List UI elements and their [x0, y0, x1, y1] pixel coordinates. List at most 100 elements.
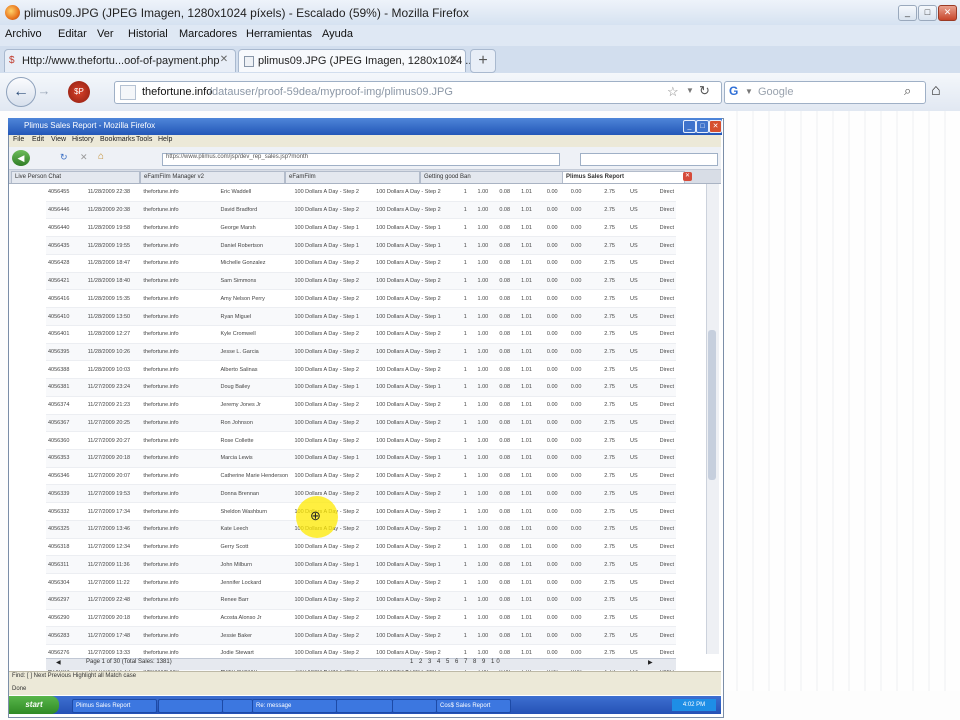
- table-cell: 11/28/2009 15:35: [85, 289, 142, 309]
- table-cell: 11/27/2009 20:18: [85, 449, 142, 468]
- forward-button[interactable]: →: [36, 83, 52, 99]
- table-cell: thefortune.info: [141, 449, 219, 468]
- table-cell: 1.00: [475, 218, 498, 238]
- table-cell: 4056421: [46, 272, 86, 291]
- menu-marcadores[interactable]: Marcadores: [179, 28, 237, 40]
- tab-close-icon[interactable]: ✕: [218, 54, 230, 66]
- table-cell: Direct: [657, 307, 676, 326]
- table-cell: Amy Nelson Perry: [218, 289, 293, 309]
- table-cell: 4056410: [46, 307, 86, 326]
- table-cell: 1.01: [519, 609, 545, 628]
- close-button[interactable]: ✕: [938, 5, 957, 21]
- table-cell: 4056381: [46, 378, 86, 397]
- menu-archivo[interactable]: Archivo: [5, 28, 42, 40]
- menu-herramientas[interactable]: Herramientas: [246, 28, 312, 40]
- table-cell: thefortune.info: [141, 626, 219, 646]
- table-cell: 0.00: [568, 236, 603, 255]
- table-row: 4056374 11/27/2009 21:23 thefortune.info Je…: [46, 396, 676, 415]
- table-cell: US: [627, 484, 658, 504]
- table-cell: 0.08: [497, 591, 520, 610]
- table-cell: 4056318: [46, 538, 86, 557]
- table-cell: John Milburn: [218, 555, 293, 575]
- table-cell: Jeremy Jones Jr: [218, 396, 293, 415]
- google-icon[interactable]: G: [729, 84, 738, 98]
- table-row: 4056416 11/28/2009 15:35 thefortune.info Am…: [46, 289, 676, 309]
- table-cell: Direct: [657, 449, 676, 468]
- table-cell: Direct: [657, 236, 676, 255]
- url-host[interactable]: thefortune.info: [142, 86, 212, 98]
- inner-task-item: [158, 699, 223, 713]
- site-logo[interactable]: $P: [68, 81, 90, 103]
- reload-icon[interactable]: ↻: [699, 83, 710, 99]
- new-tab-button[interactable]: +: [470, 49, 496, 73]
- table-cell: 0.00: [568, 431, 603, 451]
- chevron-down-icon[interactable]: ▼: [686, 86, 694, 95]
- table-cell: Direct: [657, 520, 676, 539]
- table-cell: 1.00: [475, 201, 498, 220]
- bookmark-star-icon[interactable]: ☆: [667, 84, 679, 100]
- table-cell: 0.00: [544, 396, 569, 415]
- table-cell: 0.00: [568, 449, 603, 468]
- table-cell: 100 Dollars A Day - Step 2: [292, 325, 375, 344]
- table-cell: US: [627, 520, 658, 539]
- maximize-button[interactable]: □: [918, 5, 937, 21]
- table-cell: 0.00: [544, 307, 569, 326]
- table-cell: 1.01: [519, 289, 545, 309]
- table-cell: 2.75: [602, 184, 628, 202]
- search-input[interactable]: Google: [758, 86, 793, 98]
- table-cell: 0.00: [544, 538, 569, 557]
- table-cell: 1.00: [475, 184, 498, 202]
- table-cell: thefortune.info: [141, 378, 219, 397]
- table-cell: 4056360: [46, 431, 86, 451]
- search-engine-chevron-icon[interactable]: ▼: [745, 87, 753, 96]
- menu-editar[interactable]: Editar: [58, 28, 87, 40]
- table-row: 4056388 11/28/2009 10:03 thefortune.info Al…: [46, 360, 676, 380]
- table-cell: 100 Dollars A Day - Step 2: [374, 626, 462, 646]
- search-bar[interactable]: [724, 81, 926, 104]
- table-cell: 1: [461, 591, 476, 610]
- table-cell: US: [627, 272, 658, 291]
- table-cell: 1.00: [475, 236, 498, 255]
- table-row: 4056297 11/27/2009 22:48 thefortune.info Re…: [46, 591, 676, 610]
- table-cell: Direct: [657, 343, 676, 362]
- table-cell: Acosta Alonso Jr: [218, 609, 293, 628]
- inner-maximize-icon: □: [696, 120, 709, 133]
- table-cell: 100 Dollars A Day - Step 2: [292, 538, 375, 557]
- table-cell: 2.75: [602, 236, 628, 255]
- table-cell: 0.00: [568, 573, 603, 592]
- table-cell: 0.08: [497, 396, 520, 415]
- table-cell: 100 Dollars A Day - Step 2: [292, 289, 375, 309]
- menu-ayuda[interactable]: Ayuda: [322, 28, 353, 40]
- menu-ver[interactable]: Ver: [97, 28, 114, 40]
- menu-historial[interactable]: Historial: [128, 28, 168, 40]
- table-cell: 11/28/2009 22:38: [85, 184, 142, 202]
- table-cell: thefortune.info: [141, 573, 219, 592]
- inner-tab-getting-good: Getting good Ban: [420, 171, 563, 183]
- table-cell: 2.75: [602, 378, 628, 397]
- table-cell: 4056388: [46, 360, 86, 380]
- table-cell: 11/27/2009 20:18: [85, 609, 142, 628]
- table-cell: 1: [461, 218, 476, 238]
- table-cell: 1: [461, 484, 476, 504]
- table-cell: 1: [461, 307, 476, 326]
- tab-label-proof: Http://www.thefortu...oof-of-payment.php: [22, 55, 220, 67]
- table-cell: 100 Dollars A Day - Step 2: [374, 360, 462, 380]
- dollar-icon: $: [9, 55, 15, 66]
- back-button[interactable]: ←: [6, 77, 36, 107]
- tab-close-icon[interactable]: ✕: [448, 54, 460, 66]
- search-icon[interactable]: ⌕: [904, 83, 911, 99]
- table-cell: 100 Dollars A Day - Step 1: [374, 378, 462, 397]
- table-cell: 0.00: [568, 289, 603, 309]
- url-path[interactable]: /datauser/proof-59dea/myproof-img/plimus…: [209, 86, 453, 98]
- table-cell: 4056283: [46, 626, 86, 646]
- table-cell: 0.08: [497, 307, 520, 326]
- home-icon[interactable]: ⌂: [931, 82, 941, 100]
- table-cell: 100 Dollars A Day - Step 2: [292, 343, 375, 362]
- minimize-button[interactable]: _: [898, 5, 917, 21]
- table-cell: 1.01: [519, 467, 545, 486]
- table-row: 4056339 11/27/2009 19:53 thefortune.info Do…: [46, 484, 676, 504]
- table-cell: thefortune.info: [141, 431, 219, 451]
- table-cell: US: [627, 609, 658, 628]
- table-cell: 100 Dollars A Day - Step 1: [374, 236, 462, 255]
- table-cell: Direct: [657, 378, 676, 397]
